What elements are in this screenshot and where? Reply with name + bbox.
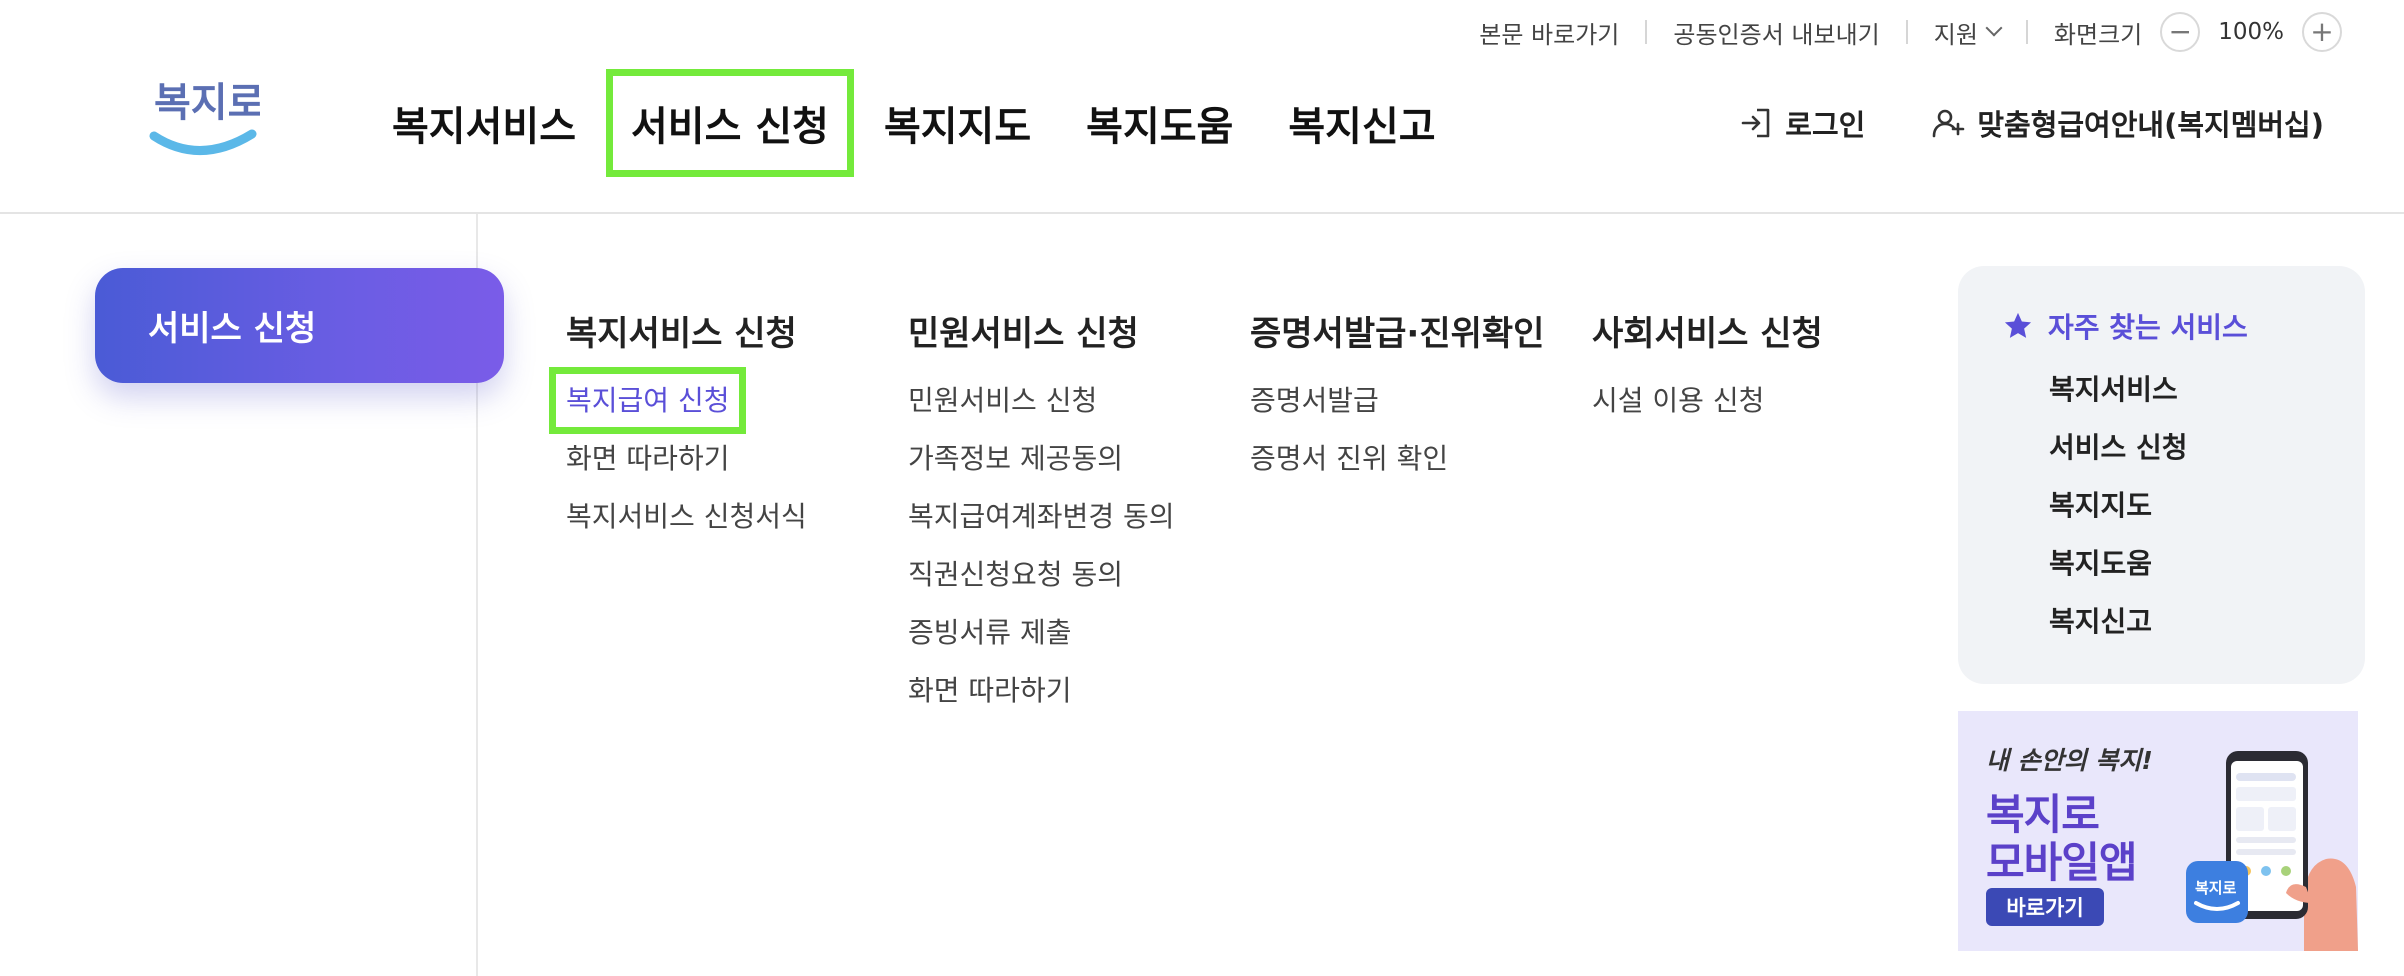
banner-subtitle: 내 손안의 복지!: [1986, 746, 2153, 775]
menu-item-tutorial[interactable]: 화면 따라하기: [908, 669, 1175, 727]
menu-column-list: 복지급여 신청 화면 따라하기 복지서비스 신청서식: [548, 367, 807, 553]
nav-welfare-services[interactable]: 복지서비스: [392, 94, 576, 152]
banner-title-line2: 모바일앱: [1986, 838, 2138, 887]
menu-column-title[interactable]: 민원서비스 신청: [908, 306, 1175, 355]
nav-welfare-help[interactable]: 복지도움: [1086, 94, 1233, 152]
menu-item-submit-documents[interactable]: 증빙서류 제출: [908, 611, 1175, 669]
divider: [2025, 20, 2028, 44]
login-label: 로그인: [1785, 108, 1866, 142]
favorites-header: 자주 찾는 서비스: [2002, 306, 2248, 346]
bokjiro-logo-icon: 복지로: [149, 80, 264, 155]
menu-item-label: 복지급여 신청: [548, 367, 747, 434]
menu-column-list: 민원서비스 신청 가족정보 제공동의 복지급여계좌변경 동의 직권신청요청 동의…: [908, 379, 1175, 727]
chevron-down-icon: [1985, 19, 2003, 37]
menu-column-title[interactable]: 복지서비스 신청: [566, 306, 807, 355]
favorite-item[interactable]: 복지신고: [2049, 602, 2188, 660]
zoom-label: 화면크기: [2053, 20, 2143, 49]
nav-welfare-map[interactable]: 복지지도: [884, 94, 1031, 152]
logo-text: 복지로: [154, 80, 260, 126]
menu-column-welfare-application: 복지서비스 신청 복지급여 신청 화면 따라하기 복지서비스 신청서식: [548, 306, 807, 553]
zoom-control: 화면크기 − 100% +: [2054, 12, 2342, 52]
menu-item-civil-service-apply[interactable]: 민원서비스 신청: [908, 379, 1175, 437]
support-dropdown[interactable]: 지원: [1933, 15, 2003, 50]
favorite-item[interactable]: 복지지도: [2049, 486, 2188, 544]
nav-welfare-report[interactable]: 복지신고: [1288, 94, 1435, 152]
menu-section-title: 서비스 신청: [95, 268, 504, 383]
menu-column-list: 증명서발급 증명서 진위 확인: [1250, 379, 1544, 495]
menu-column-civil-service: 민원서비스 신청 민원서비스 신청 가족정보 제공동의 복지급여계좌변경 동의 …: [908, 306, 1175, 727]
menu-column-list: 시설 이용 신청: [1592, 379, 1823, 437]
divider: [1645, 20, 1648, 44]
favorite-item[interactable]: 서비스 신청: [2049, 428, 2188, 486]
menu-item-welfare-benefit-apply[interactable]: 복지급여 신청: [548, 367, 807, 437]
export-certificate-link[interactable]: 공동인증서 내보내기: [1673, 15, 1879, 50]
divider: [1905, 20, 1908, 44]
header-actions: 로그인 맞춤형급여안내(복지멤버십): [1739, 102, 2324, 144]
app-icon-text: 복지로: [2195, 879, 2237, 897]
favorites-title: 자주 찾는 서비스: [2048, 311, 2248, 344]
banner-go-button[interactable]: 바로가기: [1986, 888, 2104, 926]
nav-service-application[interactable]: 서비스 신청: [606, 69, 854, 177]
menu-item-certificate-issue[interactable]: 증명서발급: [1250, 379, 1544, 437]
menu-item-ex-officio-consent[interactable]: 직권신청요청 동의: [908, 553, 1175, 611]
favorites-list: 복지서비스 서비스 신청 복지지도 복지도움 복지신고: [2049, 370, 2188, 660]
membership-link[interactable]: 맞춤형급여안내(복지멤버십): [1931, 102, 2324, 144]
main-navigation: 복지서비스 서비스 신청 복지지도 복지도움 복지신고: [392, 69, 1491, 177]
menu-column-title[interactable]: 증명서발급·진위확인: [1250, 306, 1544, 355]
menu-column-certificates: 증명서발급·진위확인 증명서발급 증명서 진위 확인: [1250, 306, 1544, 495]
header-divider: [0, 212, 2404, 214]
menu-item-application-forms[interactable]: 복지서비스 신청서식: [566, 495, 807, 553]
membership-label: 맞춤형급여안내(복지멤버십): [1977, 108, 2324, 142]
menu-item-facility-use-apply[interactable]: 시설 이용 신청: [1592, 379, 1823, 437]
favorite-item[interactable]: 복지서비스: [2049, 370, 2188, 428]
favorites-panel: 자주 찾는 서비스 복지서비스 서비스 신청 복지지도 복지도움 복지신고: [1958, 266, 2365, 684]
zoom-value: 100%: [2218, 19, 2284, 45]
menu-column-title[interactable]: 사회서비스 신청: [1592, 306, 1823, 355]
utility-bar: 본문 바로가기 공동인증서 내보내기 지원 화면크기 − 100% +: [1479, 12, 2342, 52]
site-logo[interactable]: 복지로: [148, 66, 264, 166]
menu-item-account-change-consent[interactable]: 복지급여계좌변경 동의: [908, 495, 1175, 553]
login-link[interactable]: 로그인: [1739, 102, 1865, 144]
menu-column-social-service: 사회서비스 신청 시설 이용 신청: [1592, 306, 1823, 437]
menu-item-tutorial[interactable]: 화면 따라하기: [566, 437, 807, 495]
zoom-in-button[interactable]: +: [2302, 12, 2342, 52]
zoom-out-button[interactable]: −: [2160, 12, 2201, 52]
phone-illustration-icon: 복지로: [2186, 751, 2358, 951]
user-add-icon: [1933, 109, 1965, 138]
mobile-app-banner[interactable]: 내 손안의 복지! 복지로 모바일앱 바로가기 복지로: [1958, 711, 2358, 951]
menu-item-certificate-verify[interactable]: 증명서 진위 확인: [1250, 437, 1544, 495]
skip-to-content-link[interactable]: 본문 바로가기: [1479, 15, 1619, 50]
favorite-item[interactable]: 복지도움: [2049, 544, 2188, 602]
support-label: 지원: [1933, 20, 1978, 49]
login-icon: [1741, 108, 1770, 138]
star-icon: [2004, 312, 2032, 338]
menu-item-family-info-consent[interactable]: 가족정보 제공동의: [908, 437, 1175, 495]
